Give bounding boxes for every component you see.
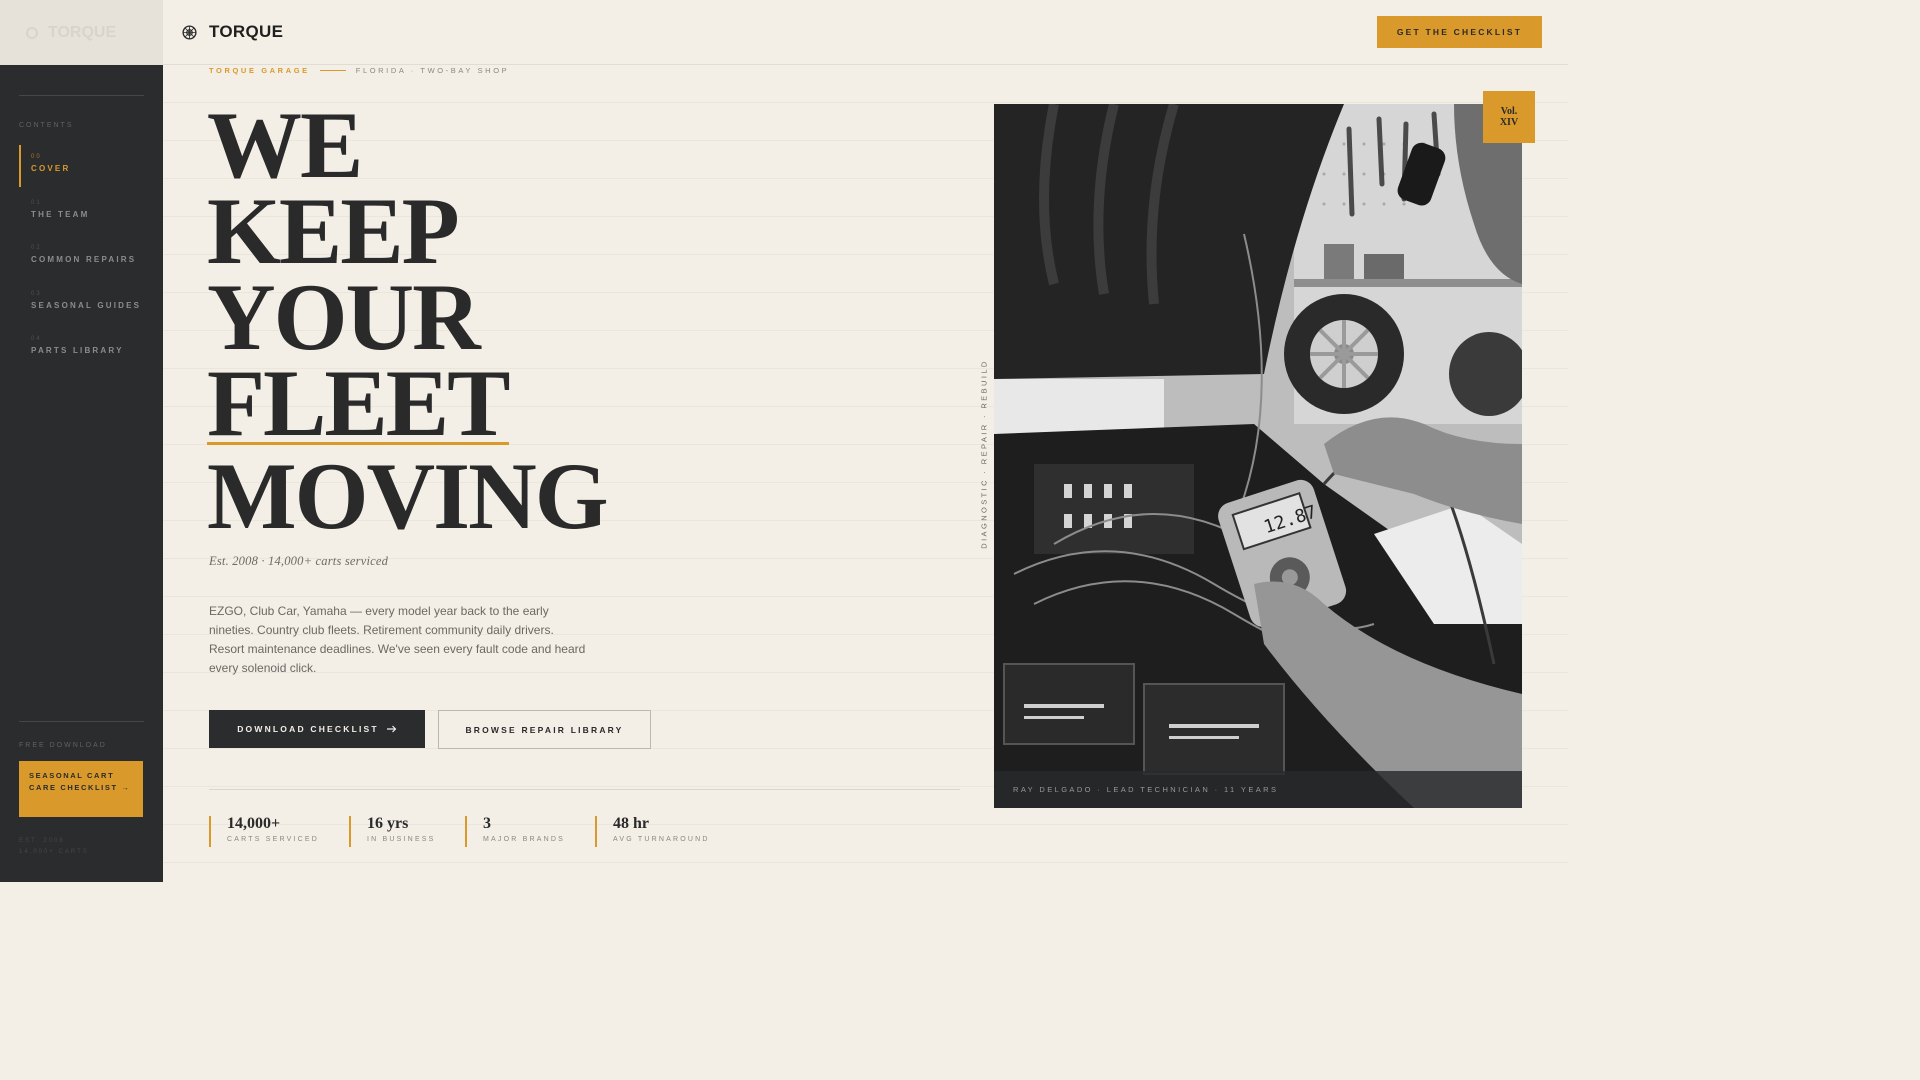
sidebar-footer-line: 14,000+ CARTS [19, 849, 89, 855]
toc-label: COVER [31, 164, 71, 173]
kicker-rule [319, 70, 346, 71]
browse-repair-library-button[interactable]: BROWSE REPAIR LIBRARY [438, 710, 651, 749]
divider [19, 721, 144, 722]
toc-number: 03 [31, 290, 42, 297]
brand-logo[interactable]: TORQUE [181, 22, 283, 42]
headline-line: YOUR [207, 264, 481, 370]
seasonal-checklist-button[interactable]: SEASONAL CART CARE CHECKLIST → [19, 761, 143, 817]
toc-number: 01 [31, 199, 42, 206]
stat-value: 3 [483, 815, 491, 832]
sidebar-item-common-repairs[interactable]: 02 COMMON REPAIRS [19, 236, 149, 278]
stat-avg-turnaround: 48 hr AVG TURNAROUND [595, 816, 710, 847]
volume-badge-label: Vol. [1500, 106, 1518, 117]
vertical-tagline: DIAGNOSTIC · REPAIR · REBUILD [979, 359, 989, 549]
photo-caption: RAY DELGADO · LEAD TECHNICIAN · 11 YEARS [994, 771, 1522, 808]
stat-carts-serviced: 14,000+ CARTS SERVICED [209, 816, 319, 847]
hero-description: EZGO, Club Car, Yamaha — every model yea… [209, 604, 586, 675]
free-download-label: FREE DOWNLOAD [19, 742, 107, 749]
toc-label: SEASONAL GUIDES [31, 300, 142, 310]
stats-divider [209, 789, 960, 790]
stat-value: 48 hr [613, 815, 649, 832]
divider [19, 95, 144, 96]
download-checklist-button[interactable]: DOWNLOAD CHECKLIST [209, 710, 425, 748]
stat-label: CARTS SERVICED [227, 836, 320, 843]
hero-headline: WE KEEP YOUR FLEET MOVING [207, 92, 609, 549]
stat-in-business: 16 yrs IN BUSINESS [349, 816, 436, 847]
headline-line: KEEP [207, 178, 460, 284]
stat-major-brands: 3 MAJOR BRANDS [465, 816, 565, 847]
download-checklist-label: DOWNLOAD CHECKLIST [237, 724, 379, 734]
technician-photo-illustration: 12.87 [994, 104, 1522, 808]
kicker-secondary: FLORIDA · TWO-BAY SHOP [355, 66, 510, 75]
kicker: TORQUE GARAGE FLORIDA · TWO-BAY SHOP [209, 66, 509, 75]
sidebar-footer: EST. 2008 14,000+ CARTS [19, 836, 89, 858]
volume-badge: Vol. XIV [1483, 91, 1535, 143]
toc-label: THE TEAM [31, 209, 90, 219]
stat-label: IN BUSINESS [367, 836, 436, 843]
brand-name: TORQUE [209, 22, 284, 41]
sidebar-item-parts-library[interactable]: 04 PARTS LIBRARY [19, 327, 149, 369]
toc-number: 00 [31, 154, 42, 160]
kicker-primary: TORQUE GARAGE [209, 66, 310, 75]
technician-photo: 12.87 RAY DELGADO · LEAD TECHNICIAN · 11… [994, 104, 1522, 808]
headline-line: MOVING [207, 443, 609, 549]
toc-number: 04 [31, 336, 42, 342]
sidebar-footer-line: EST. 2008 [19, 838, 65, 844]
sidebar-item-cover[interactable]: 00 COVER [19, 145, 149, 187]
stat-value: 14,000+ [227, 815, 281, 832]
top-header: TORQUE GET THE CHECKLIST [163, 0, 1568, 65]
headline-line-underlined: FLEET [207, 350, 510, 456]
arrow-right-icon [386, 725, 397, 733]
get-checklist-button[interactable]: GET THE CHECKLIST [1377, 16, 1542, 48]
sidebar: TORQUE CONTENTS 00 COVER 01 THE TEAM 02 … [0, 0, 163, 882]
stat-label: AVG TURNAROUND [613, 836, 710, 843]
sidebar-item-seasonal-guides[interactable]: 03 SEASONAL GUIDES [19, 282, 149, 324]
gear-icon [182, 24, 197, 40]
stat-value: 16 yrs [367, 815, 409, 832]
table-of-contents: 00 COVER 01 THE TEAM 02 COMMON REPAIRS 0… [19, 145, 149, 373]
gear-icon [26, 26, 38, 39]
sidebar-logo-text: TORQUE [48, 23, 117, 41]
stat-label: MAJOR BRANDS [483, 836, 566, 843]
toc-number: 02 [31, 245, 42, 251]
toc-label: COMMON REPAIRS [31, 255, 137, 264]
established-tagline: Est. 2008 · 14,000+ carts serviced [209, 554, 389, 568]
sidebar-logo[interactable]: TORQUE [0, 0, 163, 65]
headline-line: WE [207, 92, 363, 198]
sidebar-item-the-team[interactable]: 01 THE TEAM [19, 191, 149, 233]
toc-label: PARTS LIBRARY [31, 346, 124, 355]
volume-badge-number: XIV [1499, 117, 1519, 128]
contents-label: CONTENTS [19, 122, 74, 129]
